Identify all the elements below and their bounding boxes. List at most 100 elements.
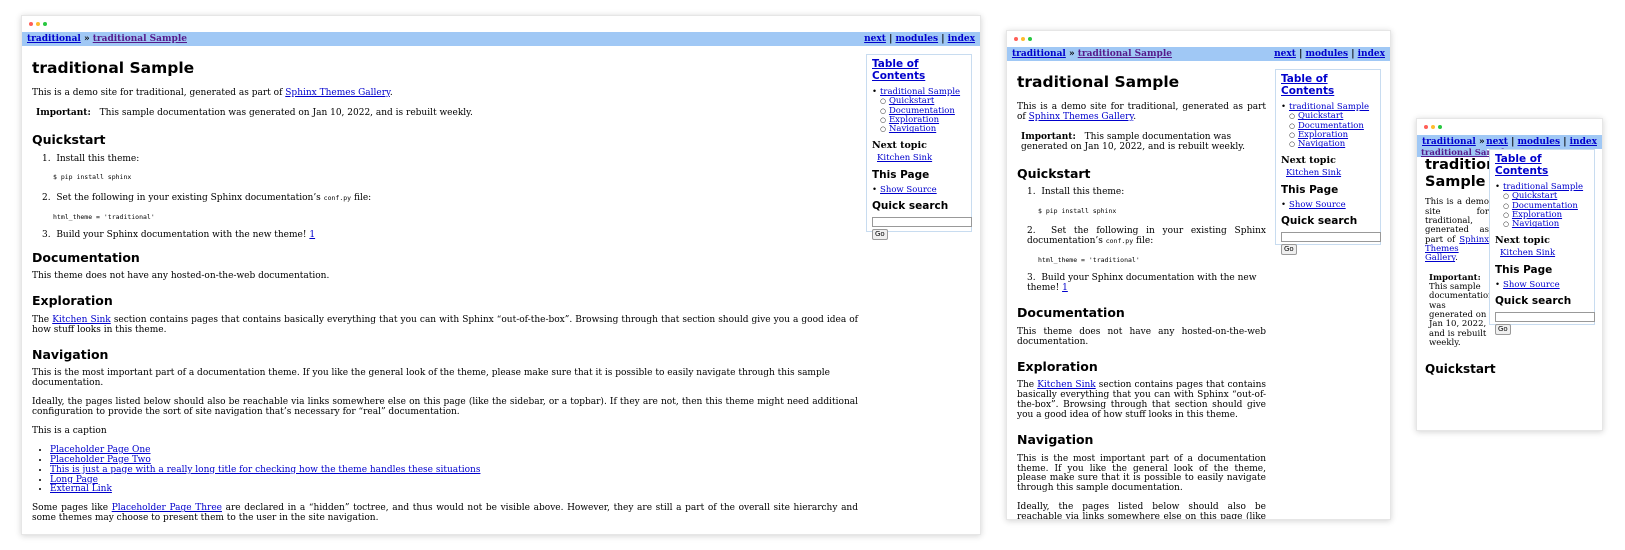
browser-window-mobile: traditional » next | modules | index tra… [1416, 118, 1603, 431]
next-topic-link[interactable]: Kitchen Sink [1500, 248, 1555, 258]
toctree-link[interactable]: Placeholder Page One [50, 445, 150, 455]
search-go-button[interactable]: Go [1281, 244, 1297, 256]
section-title-exploration: Exploration [1017, 358, 1098, 374]
modules-link[interactable]: modules [1518, 137, 1561, 147]
placeholder-three-link[interactable]: Placeholder Page Three [112, 503, 222, 513]
step-1-code: $ pip install sphinx [1038, 207, 1117, 216]
maximize-dot-icon[interactable] [1028, 37, 1032, 41]
browser-window-desktop: traditional » traditional Sample next | … [21, 15, 981, 535]
index-link[interactable]: index [948, 34, 975, 44]
sidebar-toc: traditional Sample Quickstart Documentat… [872, 87, 966, 135]
maximize-dot-icon[interactable] [1438, 125, 1442, 129]
related-bar: traditional » next | modules | index [1417, 135, 1602, 149]
next-link[interactable]: next [864, 34, 886, 44]
hidden-text: Some pages like [32, 503, 112, 514]
search-input[interactable] [1281, 232, 1381, 243]
window-controls [1014, 37, 1032, 41]
breadcrumb-parent-link[interactable]: traditional [1422, 137, 1476, 147]
breadcrumb-current-link[interactable]: traditional Sample [93, 34, 187, 44]
breadcrumb-parent-link[interactable]: traditional [1012, 49, 1066, 59]
sidebar-toc-title: Table of Contents [872, 58, 966, 82]
toctree-item: Long Page [50, 475, 858, 486]
page-title: traditional Sample [1017, 73, 1180, 91]
relbar-links: next | modules | index [1486, 137, 1597, 147]
main-column: traditional Sample This is a demo site f… [1425, 157, 1511, 376]
search-go-button[interactable]: Go [872, 229, 888, 241]
next-topic-title: Next topic [1495, 234, 1550, 246]
kitchen-sink-link[interactable]: Kitchen Sink [52, 315, 111, 325]
step-2-inline-code: conf.py [323, 193, 352, 202]
important-admonition: Important: This sample documentation was… [36, 108, 858, 119]
toc-title-link[interactable]: Table of Contents [1495, 153, 1548, 177]
search-go-button[interactable]: Go [1495, 324, 1511, 336]
footnote-ref-link[interactable]: 1 [309, 230, 315, 240]
kitchen-sink-link[interactable]: Kitchen Sink [1037, 380, 1096, 390]
toctree-link[interactable]: Long Page [50, 475, 98, 485]
toc-root-item: traditional Sample Quickstart Documentat… [1281, 102, 1375, 150]
toctree-caption: This is a caption [32, 426, 107, 437]
close-dot-icon[interactable] [1424, 125, 1428, 129]
section-title-documentation: Documentation [1017, 305, 1125, 321]
section-title-quickstart: Quickstart [1017, 165, 1091, 181]
breadcrumb-current-link[interactable]: traditional Sample [1078, 49, 1172, 59]
toc-link-navigation[interactable]: Navigation [1512, 219, 1559, 229]
close-dot-icon[interactable] [29, 22, 33, 26]
step-1-text: Install this theme: [1041, 187, 1125, 198]
maximize-dot-icon[interactable] [43, 22, 47, 26]
step-3-text: Build your Sphinx documentation with the… [56, 229, 310, 240]
gallery-link[interactable]: Sphinx Themes Gallery [285, 88, 390, 98]
step-2: 2. Set the following in your existing Sp… [42, 192, 372, 203]
next-link[interactable]: next [1486, 137, 1508, 147]
modules-link[interactable]: modules [1306, 49, 1349, 59]
search-input[interactable] [872, 217, 972, 228]
important-label: Important: [1021, 131, 1076, 142]
toc-link-navigation[interactable]: Navigation [889, 124, 936, 134]
close-dot-icon[interactable] [1014, 37, 1018, 41]
next-link[interactable]: next [1274, 49, 1296, 59]
this-page-title: This Page [1281, 183, 1339, 196]
step-3: 3. Build your Sphinx documentation with … [1027, 273, 1257, 294]
gallery-link[interactable]: Sphinx Themes Gallery [1029, 112, 1134, 122]
related-bar: traditional » traditional Sample next | … [1007, 47, 1390, 61]
breadcrumb-parent-link[interactable]: traditional [27, 34, 81, 44]
footnote-ref-link[interactable]: 1 [1062, 283, 1068, 293]
toc-item: Navigation [880, 125, 966, 134]
window-controls [1424, 125, 1442, 129]
toc-link-navigation[interactable]: Navigation [1298, 139, 1345, 149]
breadcrumb: traditional » [1422, 137, 1485, 147]
show-source-link[interactable]: Show Source [1289, 200, 1346, 210]
minimize-dot-icon[interactable] [1021, 37, 1025, 41]
pipe-separator: | [1511, 137, 1515, 147]
search-input[interactable] [1495, 312, 1595, 323]
minimize-dot-icon[interactable] [1431, 125, 1435, 129]
modules-link[interactable]: modules [896, 34, 939, 44]
show-source-link[interactable]: Show Source [1503, 280, 1560, 290]
sidebar: Table of Contents traditional Sample Qui… [1489, 149, 1595, 336]
toc-title-link[interactable]: Table of Contents [872, 58, 925, 82]
breadcrumb-separator: » [83, 34, 90, 44]
section-title-navigation: Navigation [1017, 431, 1094, 447]
this-page-list: Show Source [872, 185, 966, 195]
intro-paragraph: This is a demo site for traditional, gen… [32, 88, 858, 99]
toc-item: Navigation [1289, 140, 1375, 149]
next-topic-link[interactable]: Kitchen Sink [1286, 168, 1341, 178]
toctree-link[interactable]: This is just a page with a really long t… [50, 465, 480, 475]
next-topic-link[interactable]: Kitchen Sink [877, 153, 932, 163]
exploration-paragraph: The Kitchen Sink section contains pages … [1017, 380, 1266, 421]
index-link[interactable]: index [1570, 137, 1597, 147]
toctree-link[interactable]: Placeholder Page Two [50, 455, 151, 465]
toctree-link[interactable]: External Link [50, 484, 112, 495]
index-link[interactable]: index [1358, 49, 1385, 59]
intro-paragraph: This is a demo site for traditional, gen… [1425, 198, 1489, 263]
section-title-navigation: Navigation [32, 346, 109, 362]
show-source-link[interactable]: Show Source [880, 185, 937, 195]
window-titlebar [1007, 31, 1390, 47]
footnote-divider [32, 534, 858, 535]
toctree-item: This is just a page with a really long t… [50, 465, 858, 476]
toc-title-link[interactable]: Table of Contents [1281, 73, 1334, 97]
minimize-dot-icon[interactable] [36, 22, 40, 26]
relbar-links: next | modules | index [864, 34, 975, 44]
step-2-inline-code: conf.py [1105, 237, 1134, 246]
important-text: This sample documentation was generated … [1429, 282, 1494, 349]
breadcrumb: traditional » traditional Sample [27, 34, 187, 44]
